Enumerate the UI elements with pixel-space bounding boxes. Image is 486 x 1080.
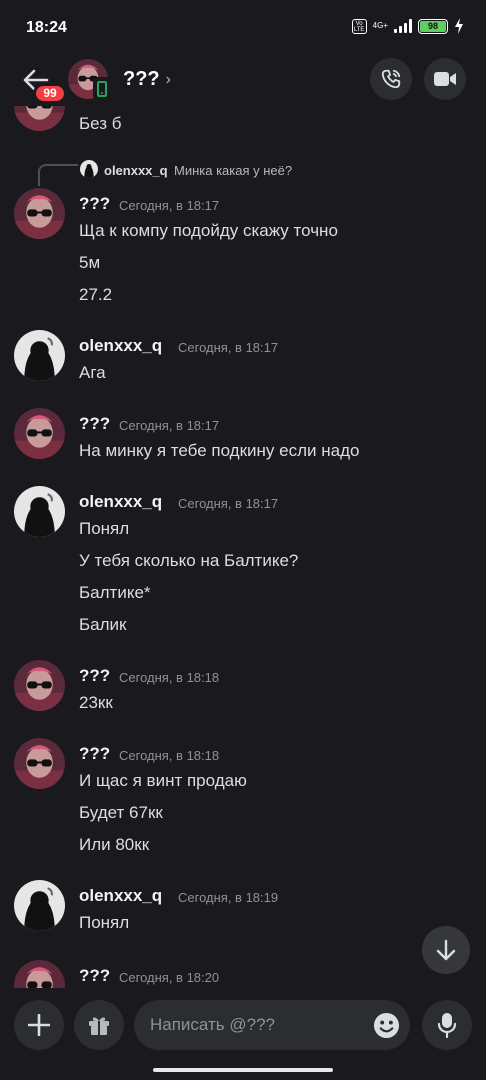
voice-message-button[interactable] (422, 1000, 472, 1050)
volte-icon: Vo LTE (351, 18, 367, 34)
video-call-button[interactable] (424, 58, 466, 100)
message-text: И щас я винт продаю (79, 771, 247, 790)
avatar[interactable] (14, 880, 65, 931)
message-text: 27.2 (79, 285, 113, 304)
unread-badge: 99 (33, 83, 67, 104)
reply-text[interactable]: Минка какая у неё? (174, 163, 292, 178)
message-text: Понял (79, 519, 130, 538)
message-timestamp: Сегодня, в 18:18 (119, 670, 220, 685)
message-author[interactable]: ??? (79, 966, 110, 986)
status-bar: 18:24 Vo LTE 4G+ 98 (0, 0, 486, 56)
charging-icon (455, 18, 463, 34)
voice-call-button[interactable] (370, 58, 412, 100)
avatar[interactable] (14, 330, 65, 381)
message-timestamp: Сегодня, в 18:18 (119, 748, 220, 763)
battery-level: 98 (420, 20, 446, 32)
message-author[interactable]: olenxxx_q (79, 886, 162, 906)
message-text: Или 80кк (79, 835, 150, 854)
avatar[interactable] (14, 486, 65, 537)
phone-icon (381, 69, 401, 89)
message-list[interactable]: Без б olenxxx_q Минка какая у неё? ??? С… (0, 106, 486, 988)
message-text: 23кк (79, 693, 113, 712)
signal-icon (394, 19, 412, 33)
add-attachment-button[interactable] (14, 1000, 64, 1050)
battery-icon: 98 (418, 18, 448, 34)
message-author[interactable]: ??? (79, 194, 110, 214)
message-text: Ага (79, 363, 106, 382)
message-text: Понял (79, 913, 130, 932)
avatar[interactable] (14, 106, 65, 131)
plus-icon (28, 1014, 50, 1036)
arrow-down-icon (436, 939, 456, 961)
network-type: 4G+ (372, 21, 388, 30)
chevron-right-icon: › (165, 70, 171, 88)
message-text: У тебя сколько на Балтике? (79, 551, 299, 570)
chat-title[interactable]: ??? › (123, 68, 171, 91)
message-timestamp: Сегодня, в 18:17 (119, 198, 220, 213)
reply-author[interactable]: olenxxx_q (104, 163, 168, 178)
mobile-status-icon (93, 77, 111, 101)
chat-header: 99 ??? › (0, 56, 486, 106)
avatar[interactable] (14, 960, 65, 988)
message-text: Будет 67кк (79, 803, 163, 822)
reply-connector (38, 164, 78, 186)
message-text: Ща к компу подойду скажу точно (79, 221, 338, 240)
microphone-icon (437, 1013, 457, 1038)
chat-title-text: ??? (123, 68, 160, 90)
message-author[interactable]: olenxxx_q (79, 492, 162, 512)
message-timestamp: Сегодня, в 18:17 (178, 496, 279, 511)
message-timestamp: Сегодня, в 18:17 (119, 418, 220, 433)
message-author[interactable]: ??? (79, 744, 110, 764)
video-camera-icon (434, 72, 456, 86)
message-input[interactable] (150, 1000, 360, 1050)
message-author[interactable]: ??? (79, 414, 110, 434)
message-input-wrapper (134, 1000, 410, 1050)
message-text: Балик (79, 615, 127, 634)
status-icons: Vo LTE 4G+ 98 (351, 18, 464, 34)
message-text: На минку я тебе подкину если надо (79, 441, 360, 460)
message-author[interactable]: olenxxx_q (79, 336, 162, 356)
message-composer (0, 988, 486, 1080)
message-author[interactable]: ??? (79, 666, 110, 686)
message-text: 5м (79, 253, 101, 272)
avatar[interactable] (14, 738, 65, 789)
avatar[interactable] (14, 408, 65, 459)
avatar[interactable] (14, 660, 65, 711)
emoji-icon[interactable] (373, 1012, 400, 1039)
home-indicator (153, 1068, 333, 1072)
reply-avatar (80, 160, 98, 178)
message-timestamp: Сегодня, в 18:17 (178, 340, 279, 355)
gift-icon (89, 1017, 109, 1035)
message-timestamp: Сегодня, в 18:19 (178, 890, 279, 905)
gift-button[interactable] (74, 1000, 124, 1050)
message-text: Балтике* (79, 583, 151, 602)
avatar[interactable] (14, 188, 65, 239)
jump-to-bottom-button[interactable] (422, 926, 470, 974)
status-time: 18:24 (26, 19, 67, 36)
message-timestamp: Сегодня, в 18:20 (119, 970, 220, 985)
message-text: Без б (79, 114, 122, 133)
